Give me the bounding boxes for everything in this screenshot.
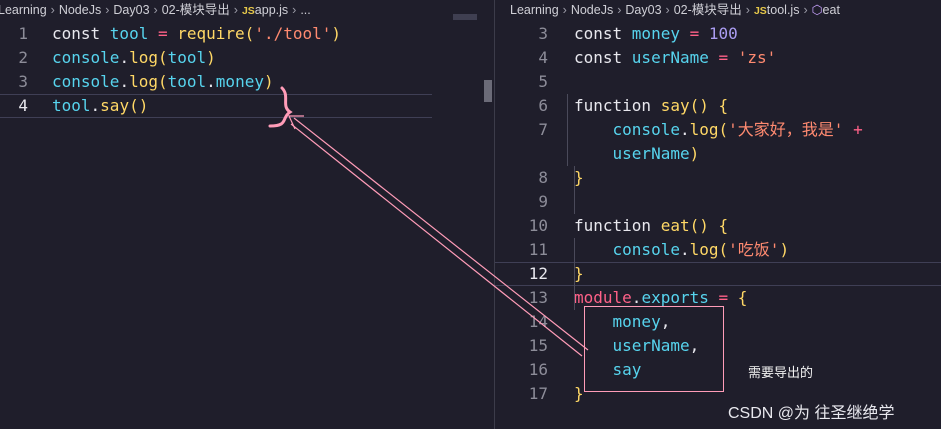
- annotation-arrow: [268, 86, 589, 357]
- arrow-line-a: [293, 117, 589, 351]
- annotation-brace: [268, 86, 293, 128]
- arrow-head: [288, 115, 304, 130]
- arrow-line-b: [290, 123, 583, 357]
